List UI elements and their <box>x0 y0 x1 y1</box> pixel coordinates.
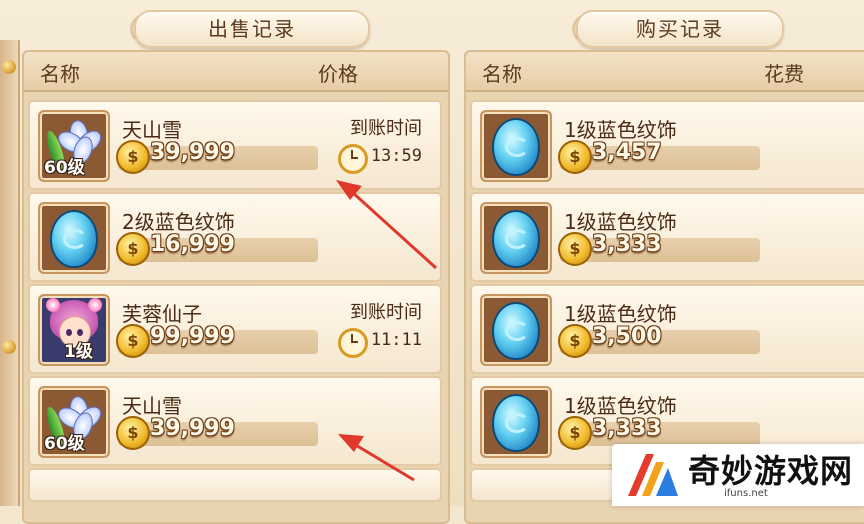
item-name: 1级蓝色纹饰 <box>564 302 677 326</box>
gold-coin-icon: $ <box>116 232 150 266</box>
arrival-time-value: 11:11 <box>370 330 422 350</box>
arrival-time-label: 到账时间 <box>350 302 422 323</box>
sell-records-panel: 名称 价格 60级 天山雪 $ 39,999 到账时间 13:59 2级蓝色纹饰… <box>22 50 450 524</box>
item-price: 3,333 <box>592 416 662 441</box>
buy-column-header: 名称 花费 <box>466 52 864 92</box>
blue-gem-icon <box>480 202 552 274</box>
watermark-url: ifuns.net <box>724 488 768 499</box>
sell-record-row[interactable]: 2级蓝色纹饰 $ 16,999 <box>28 192 442 282</box>
item-level-label: 1级 <box>64 342 93 362</box>
sell-records-title: 出售记录 <box>134 10 370 48</box>
sell-record-row-partial[interactable] <box>28 468 442 502</box>
site-watermark: 奇妙游戏网 ifuns.net <box>612 444 864 506</box>
item-level-label: 60级 <box>44 434 85 454</box>
snow-lotus-icon: 60级 <box>38 110 110 182</box>
buy-record-row[interactable]: 1级蓝色纹饰 $ 3,500 <box>470 284 864 374</box>
item-name: 2级蓝色纹饰 <box>122 210 235 234</box>
gold-coin-icon: $ <box>558 324 592 358</box>
item-level-label: 60级 <box>44 158 85 178</box>
item-price: 3,500 <box>592 324 662 349</box>
left-ornament-bar <box>0 40 20 506</box>
sell-record-row[interactable]: 1级 芙蓉仙子 $ 99,999 到账时间 11:11 <box>28 284 442 374</box>
clock-icon <box>338 144 368 174</box>
item-name: 1级蓝色纹饰 <box>564 394 677 418</box>
item-price: 39,999 <box>150 140 235 165</box>
gold-coin-icon: $ <box>116 416 150 450</box>
item-price: 16,999 <box>150 232 235 257</box>
sell-record-row[interactable]: 60级 天山雪 $ 39,999 到账时间 13:59 <box>28 100 442 190</box>
item-price: 99,999 <box>150 324 235 349</box>
sell-column-header: 名称 价格 <box>24 52 448 92</box>
buy-record-row[interactable]: 1级蓝色纹饰 $ 3,457 <box>470 100 864 190</box>
gold-coin-icon: $ <box>558 416 592 450</box>
column-name-label: 名称 <box>482 62 522 86</box>
watermark-name: 奇妙游戏网 <box>688 452 854 490</box>
gold-coin-icon: $ <box>116 140 150 174</box>
item-price: 3,333 <box>592 232 662 257</box>
sell-record-row[interactable]: 60级 天山雪 $ 39,999 <box>28 376 442 466</box>
watermark-logo <box>628 454 678 496</box>
gold-coin-icon: $ <box>558 232 592 266</box>
blue-gem-icon <box>480 294 552 366</box>
blue-gem-icon <box>480 110 552 182</box>
buy-record-row[interactable]: 1级蓝色纹饰 $ 3,333 <box>470 192 864 282</box>
fairy-portrait-icon: 1级 <box>38 294 110 366</box>
column-cost-label: 花费 <box>764 62 804 86</box>
column-name-label: 名称 <box>40 62 80 86</box>
blue-gem-icon <box>480 386 552 458</box>
item-name: 1级蓝色纹饰 <box>564 210 677 234</box>
buy-records-title: 购买记录 <box>576 10 784 48</box>
snow-lotus-icon: 60级 <box>38 386 110 458</box>
item-name: 芙蓉仙子 <box>122 302 202 326</box>
item-name: 天山雪 <box>122 394 182 418</box>
gold-coin-icon: $ <box>116 324 150 358</box>
arrival-time-value: 13:59 <box>370 146 422 166</box>
item-price: 39,999 <box>150 416 235 441</box>
arrival-time-label: 到账时间 <box>350 118 422 139</box>
ornament-bead <box>2 340 16 354</box>
ornament-bead <box>2 60 16 74</box>
item-name: 1级蓝色纹饰 <box>564 118 677 142</box>
item-name: 天山雪 <box>122 118 182 142</box>
clock-icon <box>338 328 368 358</box>
blue-gem-icon <box>38 202 110 274</box>
column-price-label: 价格 <box>318 62 358 86</box>
item-price: 3,457 <box>592 140 662 165</box>
gold-coin-icon: $ <box>558 140 592 174</box>
